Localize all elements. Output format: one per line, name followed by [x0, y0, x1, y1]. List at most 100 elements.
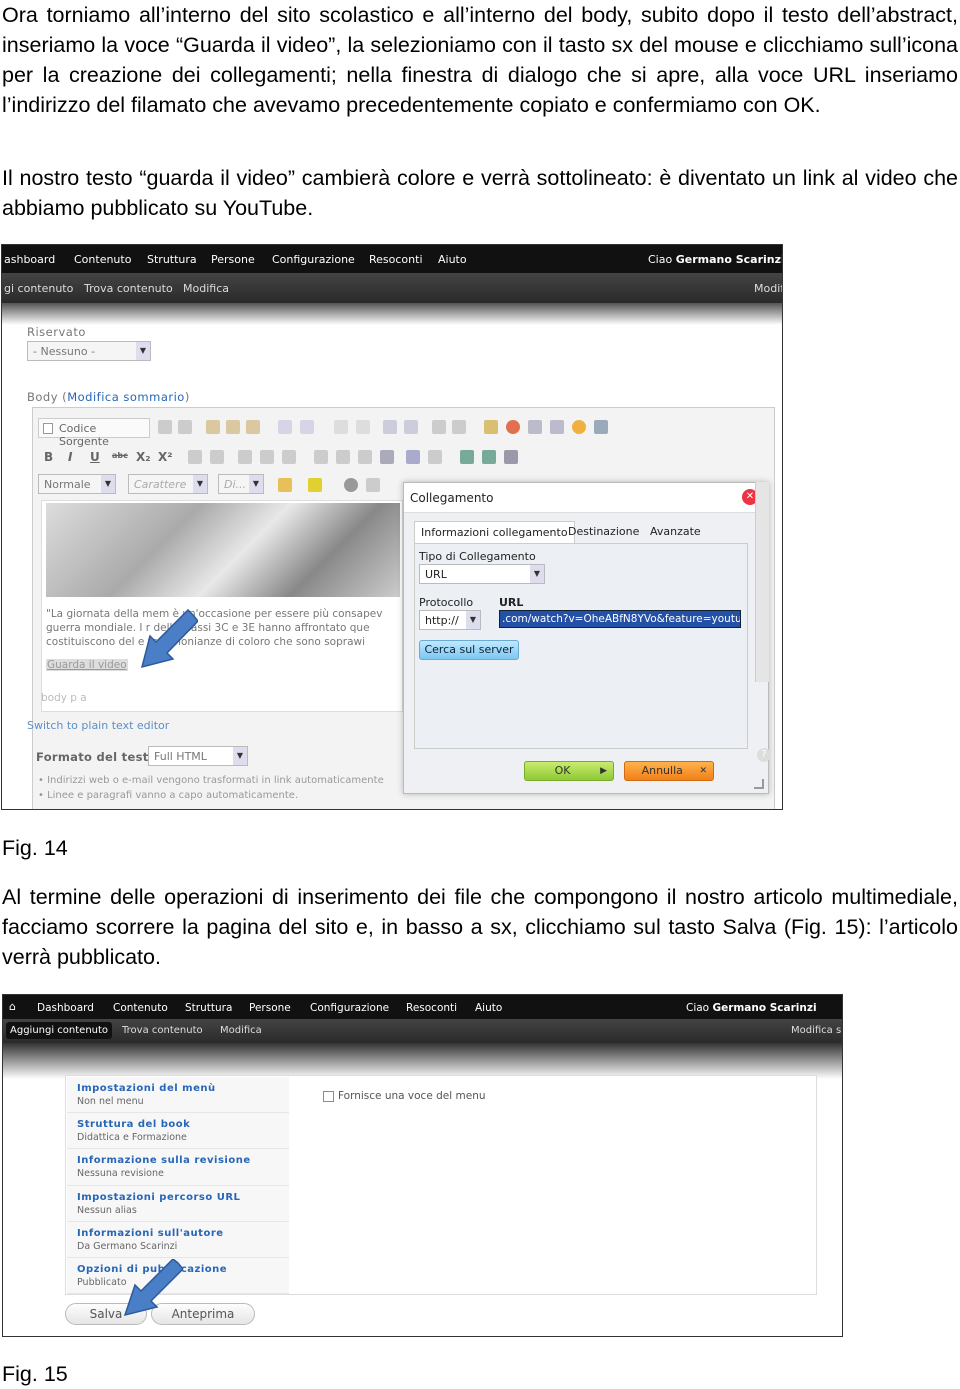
italic-icon[interactable]: I: [68, 450, 72, 464]
nav-resoconti[interactable]: Resoconti: [369, 253, 423, 266]
eraser-icon[interactable]: [452, 420, 466, 434]
edit-summary-link[interactable]: Modifica sommario: [67, 390, 185, 404]
caption-fig-15: Fig. 15: [2, 1362, 68, 1386]
rtl-icon[interactable]: [428, 450, 442, 464]
nav-aiuto[interactable]: Aiuto: [438, 253, 467, 266]
nav-struttura[interactable]: Struttura: [147, 253, 197, 266]
nav-dashboard[interactable]: ashboard: [4, 253, 55, 266]
nav-persone[interactable]: Persone: [211, 253, 255, 266]
select-all-icon[interactable]: [432, 420, 446, 434]
admin-toolbar: ashboard Contenuto Struttura Persone Con…: [2, 245, 782, 273]
table-icon[interactable]: [528, 420, 542, 434]
find-icon[interactable]: [383, 420, 397, 434]
paste-icon[interactable]: [206, 420, 220, 434]
outdent-icon[interactable]: [238, 450, 252, 464]
copy-icon[interactable]: [178, 420, 192, 434]
align-right-icon[interactable]: [358, 450, 372, 464]
resize-grip-icon[interactable]: [754, 779, 764, 789]
horizontal-line-icon[interactable]: [550, 420, 564, 434]
nav-resoconti[interactable]: Resoconti: [406, 1002, 457, 1014]
align-left-icon[interactable]: [314, 450, 328, 464]
nav-contenuto[interactable]: Contenuto: [74, 253, 131, 266]
text-format-select[interactable]: Full HTML ▼: [148, 746, 248, 766]
indent-icon[interactable]: [260, 450, 274, 464]
home-icon[interactable]: ⌂: [9, 1000, 21, 1013]
link-icon[interactable]: [460, 450, 474, 464]
cut-icon[interactable]: [158, 420, 172, 434]
show-blocks-icon[interactable]: [366, 478, 380, 492]
tab-author-info[interactable]: Informazioni sull'autore Da Germano Scari…: [67, 1222, 289, 1258]
shortcut-add-content[interactable]: Aggiungi contenuto: [6, 1022, 113, 1039]
shortcut-find-content[interactable]: Trova contenuto: [84, 282, 173, 295]
nav-contenuto[interactable]: Contenuto: [113, 1002, 168, 1014]
unlink-icon[interactable]: [482, 450, 496, 464]
help-icon[interactable]: ?: [757, 748, 771, 762]
spellcheck-icon[interactable]: [278, 420, 292, 434]
format-select[interactable]: Normale ▼: [38, 474, 116, 494]
nav-dashboard[interactable]: Dashboard: [37, 1002, 94, 1014]
shortcut-add-content[interactable]: gi contenuto: [4, 282, 73, 295]
justify-icon[interactable]: [380, 450, 394, 464]
tab-book-structure[interactable]: Struttura del book Didattica e Formazione: [67, 1113, 289, 1149]
undo-icon[interactable]: [334, 420, 348, 434]
editor-content[interactable]: "La giornata della mem è un'occasione pe…: [41, 500, 403, 712]
smiley-icon[interactable]: [572, 420, 586, 434]
tab-advanced[interactable]: Avanzate: [650, 525, 701, 538]
underline-icon[interactable]: U: [90, 450, 100, 464]
shortcut-find-content[interactable]: Trova contenuto: [122, 1025, 203, 1036]
bold-icon[interactable]: B: [44, 450, 53, 464]
nav-persone[interactable]: Persone: [249, 1002, 291, 1014]
tab-revision-info[interactable]: Informazione sulla revisione Nessuna revi…: [67, 1149, 289, 1186]
maximize-icon[interactable]: [344, 478, 358, 492]
tab-target[interactable]: Destinazione: [568, 525, 639, 538]
shortcut-edit[interactable]: Modifica: [183, 282, 229, 295]
browse-server-button[interactable]: Cerca sul server: [419, 640, 519, 660]
nav-configurazione[interactable]: Configurazione: [310, 1002, 389, 1014]
editor-scrollbar[interactable]: [755, 482, 769, 682]
text-color-icon[interactable]: [278, 478, 292, 492]
blockquote-icon[interactable]: [282, 450, 296, 464]
anchor-icon[interactable]: [504, 450, 518, 464]
paste-text-icon[interactable]: [226, 420, 240, 434]
strike-icon[interactable]: abc: [112, 451, 128, 460]
source-button[interactable]: Codice Sorgente: [38, 418, 150, 448]
replace-icon[interactable]: [404, 420, 418, 434]
align-center-icon[interactable]: [336, 450, 350, 464]
nav-aiuto[interactable]: Aiuto: [475, 1002, 502, 1014]
shortcut-edit-right[interactable]: Modifica s: [791, 1025, 841, 1036]
ok-button[interactable]: OK ▶: [524, 761, 614, 781]
ltr-icon[interactable]: [406, 450, 420, 464]
special-char-icon[interactable]: [594, 420, 608, 434]
shortcut-edit-right[interactable]: Modif: [754, 282, 782, 295]
provide-menu-checkbox[interactable]: [323, 1091, 334, 1102]
shortcut-edit[interactable]: Modifica: [220, 1025, 262, 1036]
subscript-icon[interactable]: X₂: [136, 450, 151, 464]
paragraph-intro: Ora torniamo all’interno del sito scolas…: [2, 3, 958, 117]
cancel-button[interactable]: Annulla ✕: [624, 761, 714, 781]
guarda-video-link[interactable]: Guarda il video: [46, 659, 128, 671]
reserved-label: Riservato: [27, 325, 86, 339]
bg-color-icon[interactable]: [308, 478, 322, 492]
protocol-select[interactable]: http://▼: [419, 610, 481, 630]
link-type-select[interactable]: URL ▼: [419, 564, 545, 584]
image-icon[interactable]: [484, 420, 498, 434]
redo-icon[interactable]: [356, 420, 370, 434]
superscript-icon[interactable]: X²: [158, 450, 173, 464]
url-input[interactable]: .com/watch?v=OheABfN8YVo&feature=youtu.b…: [499, 610, 741, 628]
tab-menu-settings[interactable]: Impostazioni del menù Non nel menu: [67, 1077, 289, 1113]
flash-icon[interactable]: [506, 420, 520, 434]
editor-toolbar-2: B I U abc X₂ X²: [38, 446, 758, 472]
nav-struttura[interactable]: Struttura: [185, 1002, 232, 1014]
reserved-select[interactable]: - Nessuno - ▼: [27, 341, 151, 361]
paragraph-save: Al termine delle operazioni di inserimen…: [2, 885, 958, 969]
font-select[interactable]: Carattere ▼: [128, 474, 208, 494]
numbered-list-icon[interactable]: [188, 450, 202, 464]
spellcheck-options-icon[interactable]: [300, 420, 314, 434]
bulleted-list-icon[interactable]: [210, 450, 224, 464]
nav-configurazione[interactable]: Configurazione: [272, 253, 355, 266]
paste-word-icon[interactable]: [246, 420, 260, 434]
tab-link-info[interactable]: Informazioni collegamento: [414, 521, 575, 543]
size-select[interactable]: Di... ▼: [218, 474, 264, 494]
plain-text-editor-link[interactable]: Switch to plain text editor: [27, 719, 169, 732]
tab-url-path[interactable]: Impostazioni percorso URL Nessun alias: [67, 1186, 289, 1222]
